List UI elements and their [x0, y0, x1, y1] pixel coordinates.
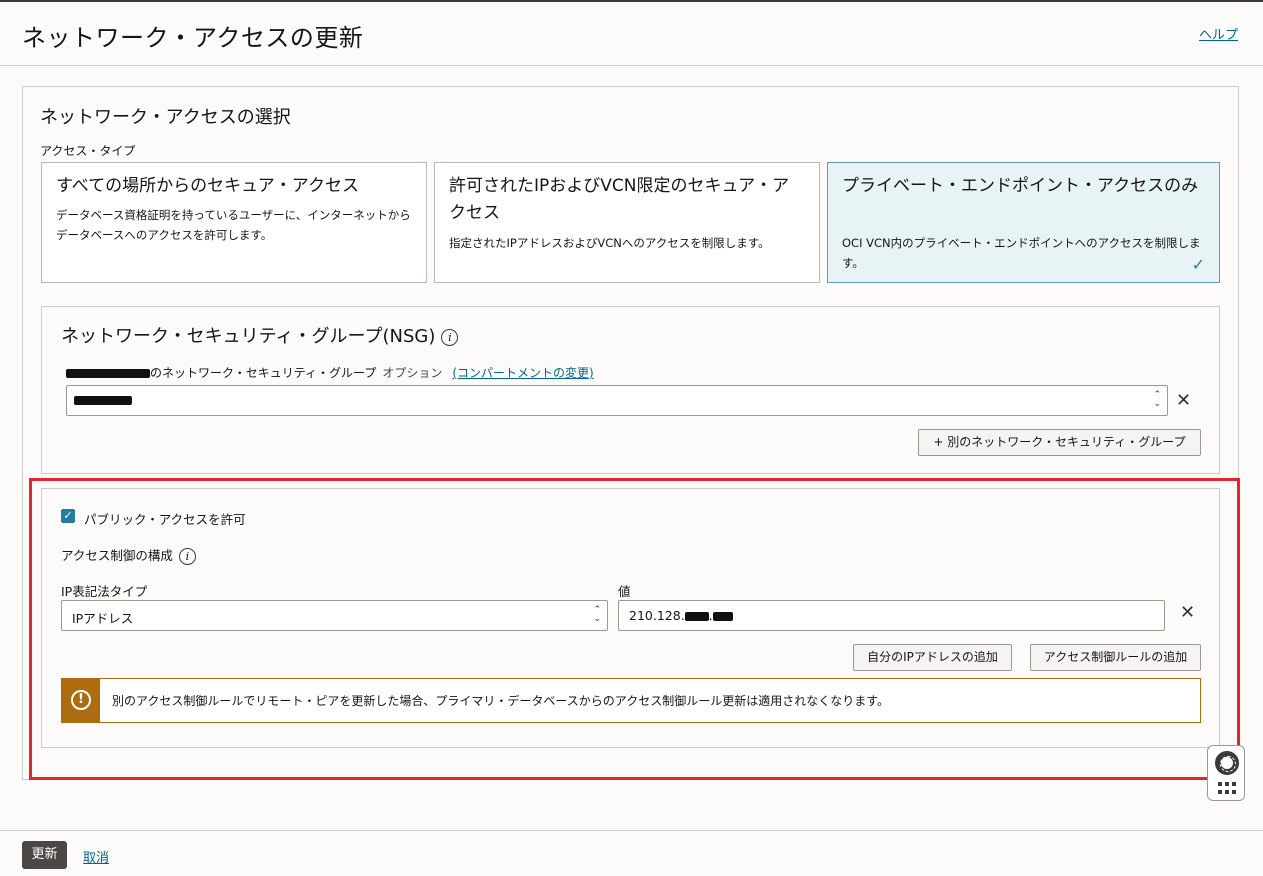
access-type-label: アクセス・タイプ — [40, 144, 136, 158]
nsg-select[interactable]: ⌃ ⌄ — [66, 385, 1168, 416]
card-private-endpoint-only[interactable]: プライベート・エンドポイント・アクセスのみ OCI VCN内のプライベート・エン… — [827, 162, 1220, 283]
update-button[interactable]: 更新 — [22, 841, 67, 869]
card-secure-access-everywhere[interactable]: すべての場所からのセキュア・アクセス データベース資格証明を持っているユーザーに… — [41, 162, 427, 283]
card-description: 指定されたIPアドレスおよびVCNへのアクセスを制限します。 — [449, 236, 770, 250]
nsg-field-label: のネットワーク・セキュリティ・グループ オプション (コンパートメントの変更) — [66, 364, 594, 381]
card-title: 許可されたIPおよびVCN限定のセキュア・アクセス — [449, 176, 790, 223]
redacted-compartment-name — [66, 369, 150, 378]
card-secure-access-allowed-ips-vcns[interactable]: 許可されたIPおよびVCN限定のセキュア・アクセス 指定されたIPアドレスおよび… — [434, 162, 820, 283]
info-icon[interactable]: i — [441, 328, 459, 346]
card-title: プライベート・エンドポイント・アクセスのみ — [842, 176, 1199, 196]
page-header: ネットワーク・アクセスの更新 ヘルプ — [0, 2, 1263, 66]
card-title: すべての場所からのセキュア・アクセス — [56, 176, 359, 196]
card-description: OCI VCN内のプライベート・エンドポイントへのアクセスを制限します。 — [842, 236, 1201, 270]
grid-menu-icon[interactable] — [1218, 782, 1236, 796]
nsg-label-suffix: のネットワーク・セキュリティ・グループ — [150, 366, 377, 380]
optional-text: オプション — [382, 366, 443, 380]
section-title: ネットワーク・アクセスの選択 — [40, 107, 291, 128]
select-arrows-icon: ⌃ ⌄ — [1153, 390, 1161, 409]
floating-help-widget[interactable] — [1207, 745, 1245, 801]
nsg-title-text: ネットワーク・セキュリティ・グループ(NSG) — [61, 326, 436, 347]
page-title: ネットワーク・アクセスの更新 — [22, 24, 364, 52]
nsg-panel: ネットワーク・セキュリティ・グループ(NSG) i のネットワーク・セキュリティ・… — [41, 306, 1220, 474]
card-description: データベース資格証明を持っているユーザーに、インターネットからデータベースへのア… — [56, 208, 411, 242]
help-link[interactable]: ヘルプ — [1199, 24, 1238, 43]
nsg-title: ネットワーク・セキュリティ・グループ(NSG) i — [61, 322, 459, 348]
add-nsg-button[interactable]: + 別のネットワーク・セキュリティ・グループ — [918, 429, 1201, 456]
lifebuoy-icon[interactable] — [1215, 751, 1239, 775]
highlight-box — [29, 478, 1240, 780]
redacted-nsg-value — [74, 396, 132, 405]
remove-nsg-close-icon[interactable]: ✕ — [1176, 390, 1191, 411]
check-icon: ✓ — [1191, 255, 1205, 274]
footer-bar: 更新 取消 — [0, 830, 1263, 876]
change-compartment-link[interactable]: (コンパートメントの変更) — [452, 366, 593, 380]
cancel-link[interactable]: 取消 — [83, 847, 109, 866]
